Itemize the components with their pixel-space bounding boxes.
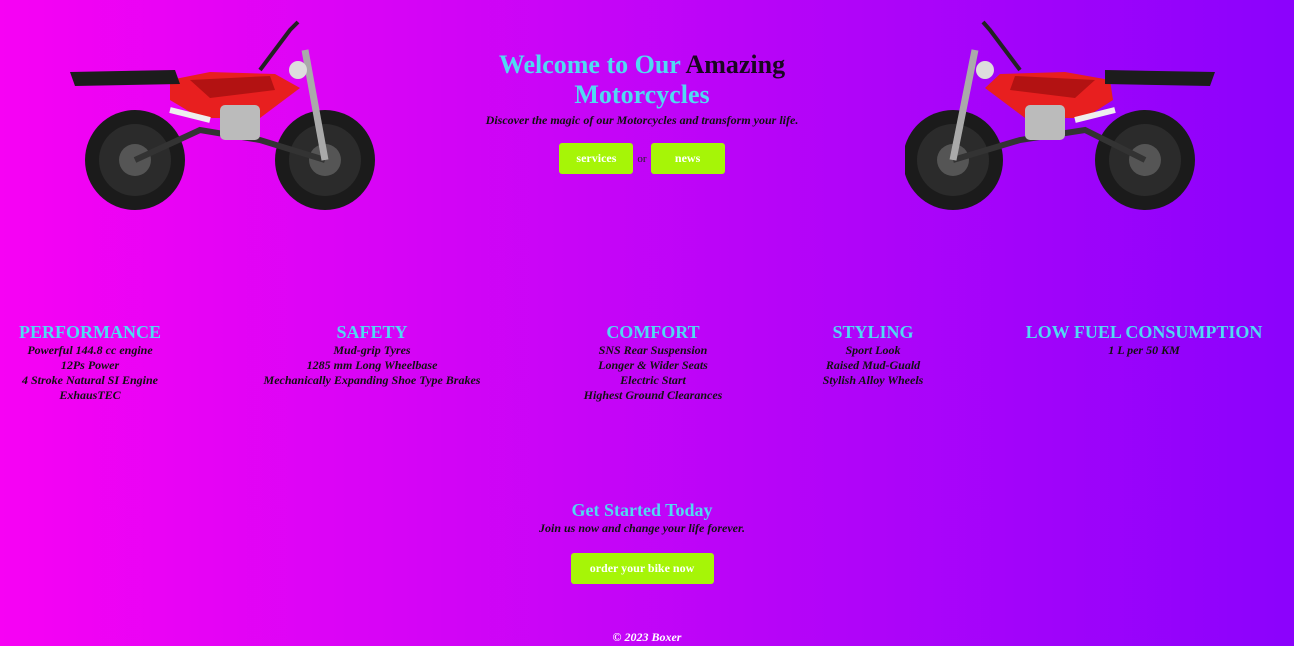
feature-line: Longer & Wider Seats [598, 358, 708, 372]
feature-line: Mechanically Expanding Shoe Type Brakes [263, 373, 481, 387]
feature-low-fuel-consumption: LOW FUEL CONSUMPTION 1 L per 50 KM [1008, 321, 1280, 358]
feature-line: Powerful 144.8 cc engine [27, 343, 153, 357]
cta-title: Get Started Today [571, 500, 713, 520]
hero-title-part3: Motorcycles [574, 80, 710, 109]
feature-title: LOW FUEL CONSUMPTION [1025, 322, 1263, 342]
motorcycle-image-left [70, 20, 375, 210]
feature-title: PERFORMANCE [19, 322, 161, 342]
feature-title: SAFETY [336, 322, 408, 342]
feature-safety: SAFETY Mud-grip Tyres 1285 mm Long Wheel… [252, 321, 492, 388]
feature-line: Highest Ground Clearances [583, 388, 723, 402]
feature-title: STYLING [832, 322, 914, 342]
feature-line: Sport Look [845, 343, 901, 357]
feature-line: 12Ps Power [60, 358, 120, 372]
feature-line: Electric Start [620, 373, 686, 387]
hero-title-part2: Amazing [685, 50, 786, 79]
order-bike-button[interactable]: order your bike now [570, 553, 714, 584]
hero-title: Welcome to Our Amazing Motorcycles [442, 50, 842, 110]
hero-section: Welcome to Our Amazing Motorcycles Disco… [442, 50, 842, 174]
feature-styling: STYLING Sport Look Raised Mud-Guald Styl… [808, 321, 938, 388]
feature-title: COMFORT [606, 322, 700, 342]
hero-button-row: services or news [442, 143, 842, 174]
feature-comfort: COMFORT SNS Rear Suspension Longer & Wid… [568, 321, 738, 403]
feature-line: Raised Mud-Guald [825, 358, 921, 372]
feature-line: SNS Rear Suspension [598, 343, 708, 357]
footer-copyright: © 2023 Boxer [612, 630, 682, 644]
cta-subtitle: Join us now and change your life forever… [538, 521, 745, 535]
or-text: or [637, 152, 647, 165]
feature-line: 4 Stroke Natural SI Engine [21, 373, 159, 387]
feature-line: Stylish Alloy Wheels [822, 373, 924, 387]
hero-tagline: Discover the magic of our Motorcycles an… [485, 113, 799, 127]
motorcycle-image-right [905, 20, 1215, 210]
feature-line: 1285 mm Long Wheelbase [306, 358, 438, 372]
hero-title-part1: Welcome to Our [498, 50, 681, 79]
feature-line: ExhausTEC [59, 388, 121, 402]
get-started-section: Get Started Today Join us now and change… [447, 499, 837, 584]
feature-line: Mud-grip Tyres [333, 343, 411, 357]
news-button[interactable]: news [650, 143, 725, 174]
feature-performance: PERFORMANCE Powerful 144.8 cc engine 12P… [10, 321, 170, 403]
feature-line: 1 L per 50 KM [1108, 343, 1180, 357]
services-button[interactable]: services [559, 143, 634, 174]
